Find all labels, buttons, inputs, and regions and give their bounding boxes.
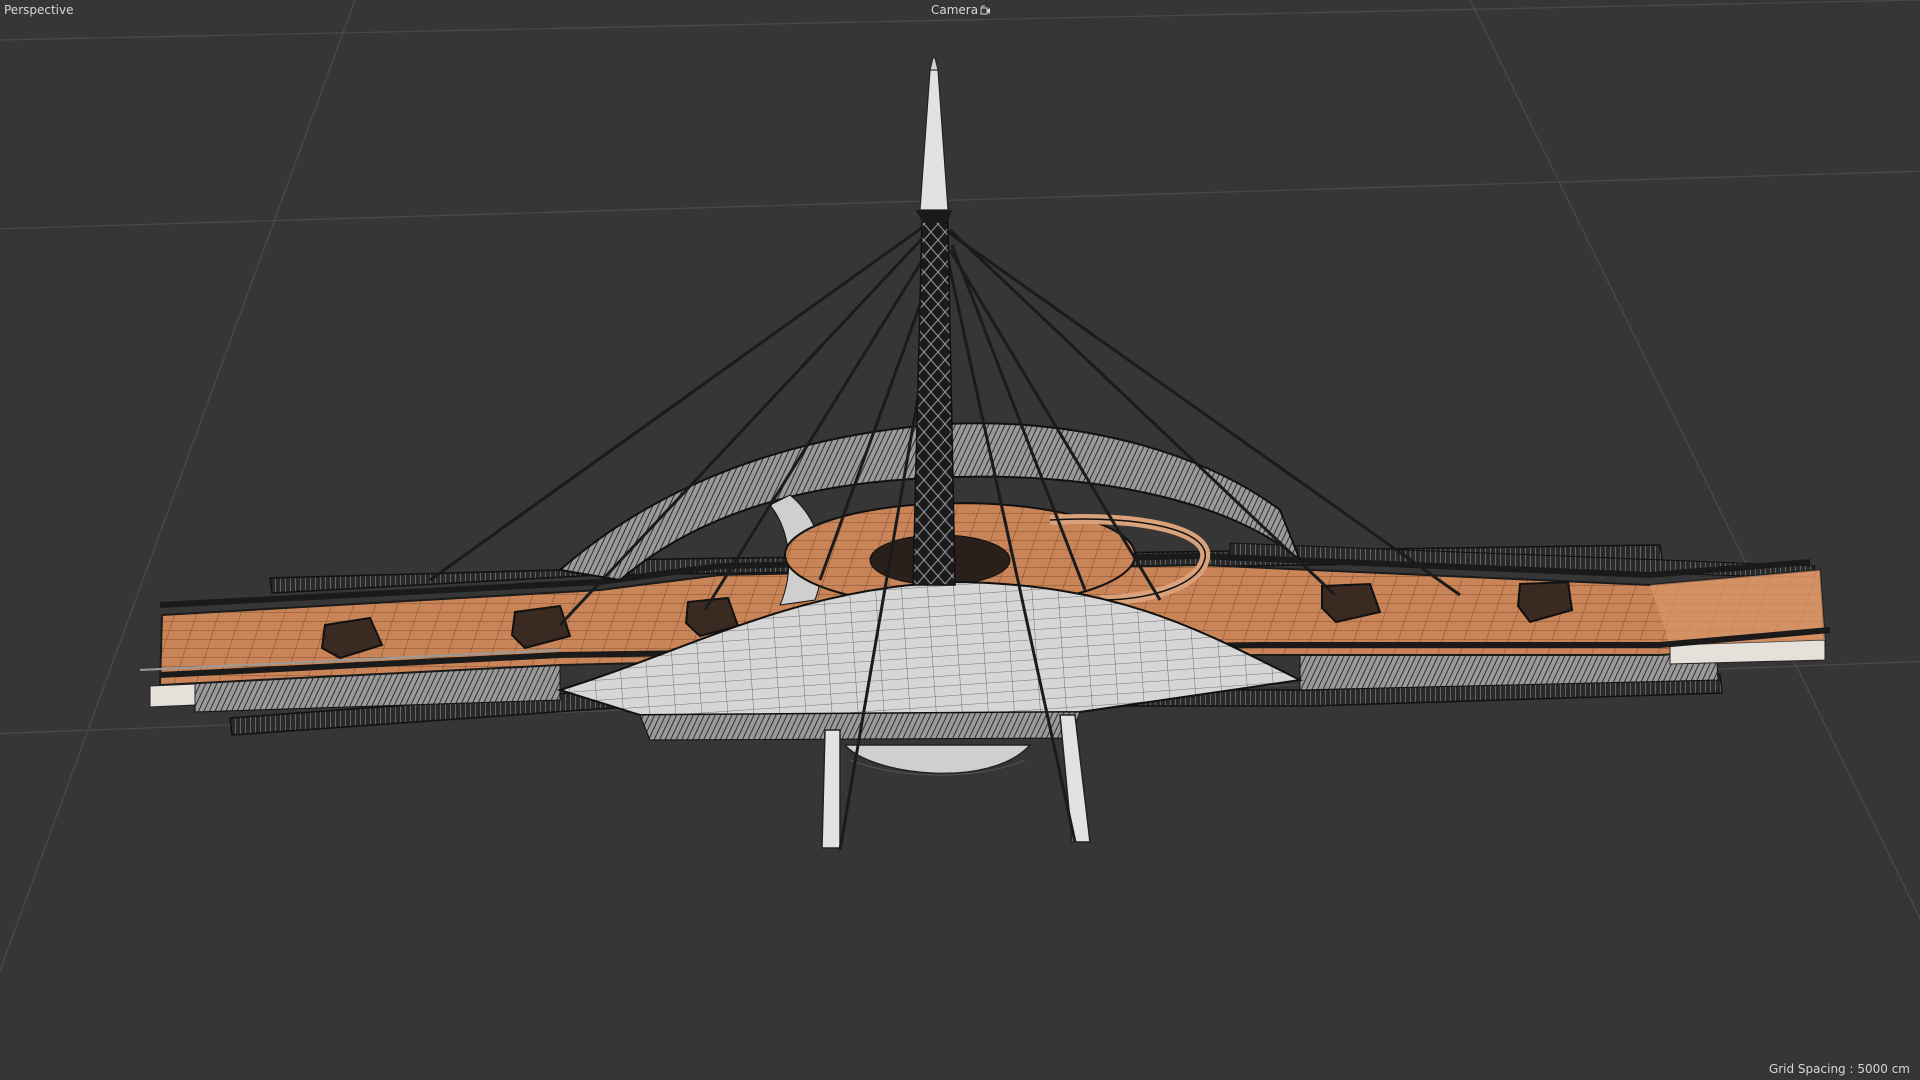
camera-label: Camera (931, 3, 979, 17)
camera-selector[interactable]: Camera (931, 3, 992, 17)
3d-viewport[interactable]: Perspective Camera Grid Spacing : 5000 c… (0, 0, 1920, 1080)
pylon-tower (912, 57, 956, 586)
underside-dome (843, 744, 1032, 776)
scene-canvas[interactable] (0, 0, 1920, 1080)
grid-spacing-label: Grid Spacing : 5000 cm (1768, 1062, 1910, 1076)
camera-lock-icon[interactable] (980, 5, 992, 16)
view-mode-label[interactable]: Perspective (4, 3, 74, 17)
